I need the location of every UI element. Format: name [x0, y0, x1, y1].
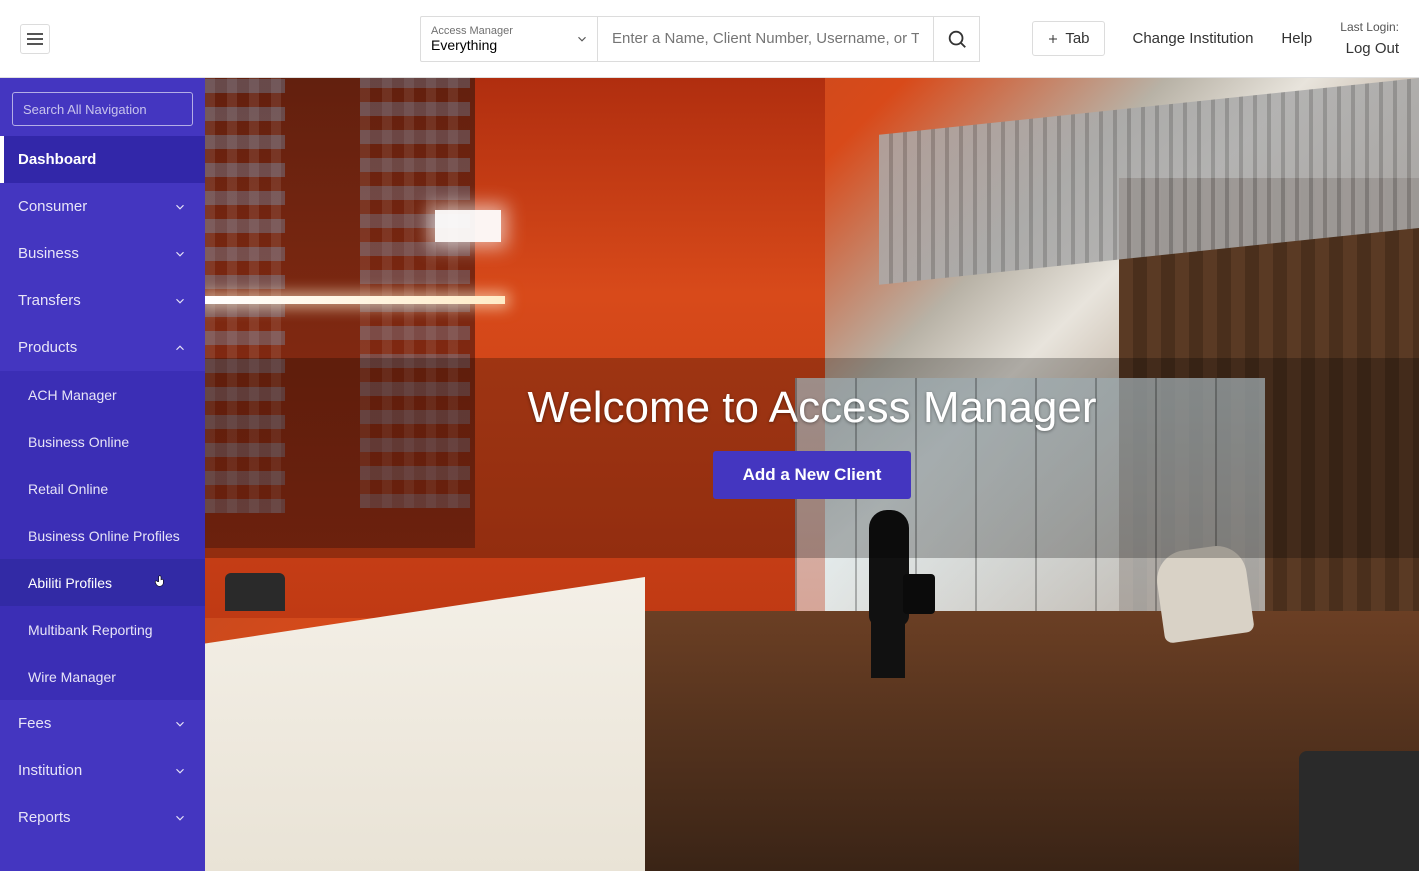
- sidebar-sub-label: Multibank Reporting: [28, 622, 153, 638]
- sidebar-sub-retail-online[interactable]: Retail Online: [0, 465, 205, 512]
- sidebar-sub-multibank-reporting[interactable]: Multibank Reporting: [0, 606, 205, 653]
- hamburger-menu-button[interactable]: [20, 24, 50, 54]
- sidebar-sub-label: Business Online Profiles: [28, 528, 180, 544]
- chevron-up-icon: [173, 341, 187, 355]
- hamburger-icon: [27, 33, 43, 45]
- sidebar-item-transfers[interactable]: Transfers: [0, 277, 205, 324]
- chevron-down-icon: [173, 717, 187, 731]
- sidebar-item-institution[interactable]: Institution: [0, 747, 205, 794]
- global-search-button[interactable]: [934, 16, 980, 62]
- header-right: Tab Change Institution Help Last Login: …: [1032, 20, 1399, 57]
- sidebar-sub-business-online[interactable]: Business Online: [0, 418, 205, 465]
- sidebar-sub-label: ACH Manager: [28, 387, 117, 403]
- sidebar-sub-label: Abiliti Profiles: [28, 575, 112, 591]
- global-search-group: Access Manager Everything: [420, 16, 980, 62]
- tab-button-label: Tab: [1065, 30, 1089, 47]
- context-value: Everything: [431, 37, 587, 53]
- main-content: Welcome to Access Manager Add a New Clie…: [205, 78, 1419, 871]
- change-institution-link[interactable]: Change Institution: [1133, 30, 1254, 47]
- sidebar-item-business[interactable]: Business: [0, 230, 205, 277]
- sidebar-item-dashboard[interactable]: Dashboard: [0, 136, 205, 183]
- last-login-label: Last Login:: [1340, 20, 1399, 34]
- chevron-down-icon: [173, 811, 187, 825]
- sidebar-item-label: Consumer: [18, 198, 87, 215]
- sidebar-sub-label: Retail Online: [28, 481, 108, 497]
- sidebar-sub-abiliti-profiles[interactable]: Abiliti Profiles: [0, 559, 205, 606]
- hero-overlay: Welcome to Access Manager Add a New Clie…: [205, 78, 1419, 871]
- global-search-input[interactable]: [598, 16, 934, 62]
- sidebar-sub-ach-manager[interactable]: ACH Manager: [0, 371, 205, 418]
- search-context-select[interactable]: Access Manager Everything: [420, 16, 598, 62]
- sidebar-search[interactable]: [12, 92, 193, 126]
- sidebar-item-products[interactable]: Products: [0, 324, 205, 371]
- add-tab-button[interactable]: Tab: [1032, 21, 1104, 56]
- sidebar: Dashboard Consumer Business Transfers Pr…: [0, 78, 205, 871]
- log-out-link[interactable]: Log Out: [1346, 40, 1399, 57]
- context-label: Access Manager: [431, 25, 587, 37]
- welcome-title: Welcome to Access Manager: [528, 383, 1097, 433]
- sidebar-sub-label: Business Online: [28, 434, 129, 450]
- sidebar-item-label: Reports: [18, 809, 71, 826]
- sidebar-item-consumer[interactable]: Consumer: [0, 183, 205, 230]
- search-icon: [946, 28, 968, 50]
- sidebar-item-fees[interactable]: Fees: [0, 700, 205, 747]
- sidebar-sub-label: Wire Manager: [28, 669, 116, 685]
- help-link[interactable]: Help: [1281, 30, 1312, 47]
- products-submenu: ACH Manager Business Online Retail Onlin…: [0, 371, 205, 700]
- add-new-client-button[interactable]: Add a New Client: [713, 451, 912, 499]
- sidebar-sub-wire-manager[interactable]: Wire Manager: [0, 653, 205, 700]
- sidebar-item-label: Fees: [18, 715, 51, 732]
- login-block: Last Login: Log Out: [1340, 20, 1399, 57]
- chevron-down-icon: [173, 247, 187, 261]
- sidebar-item-label: Business: [18, 245, 79, 262]
- sidebar-item-label: Products: [18, 339, 77, 356]
- chevron-down-icon: [173, 294, 187, 308]
- sidebar-item-label: Transfers: [18, 292, 81, 309]
- sidebar-item-label: Dashboard: [18, 151, 96, 168]
- chevron-down-icon: [173, 200, 187, 214]
- body: Dashboard Consumer Business Transfers Pr…: [0, 78, 1419, 871]
- plus-icon: [1047, 33, 1059, 45]
- sidebar-search-input[interactable]: [23, 102, 199, 117]
- sidebar-item-reports[interactable]: Reports: [0, 794, 205, 841]
- cursor-hand-icon: [154, 573, 171, 589]
- chevron-down-icon: [575, 32, 589, 46]
- chevron-down-icon: [173, 764, 187, 778]
- sidebar-sub-business-online-profiles[interactable]: Business Online Profiles: [0, 512, 205, 559]
- sidebar-item-label: Institution: [18, 762, 82, 779]
- header: Access Manager Everything Tab Change Ins…: [0, 0, 1419, 78]
